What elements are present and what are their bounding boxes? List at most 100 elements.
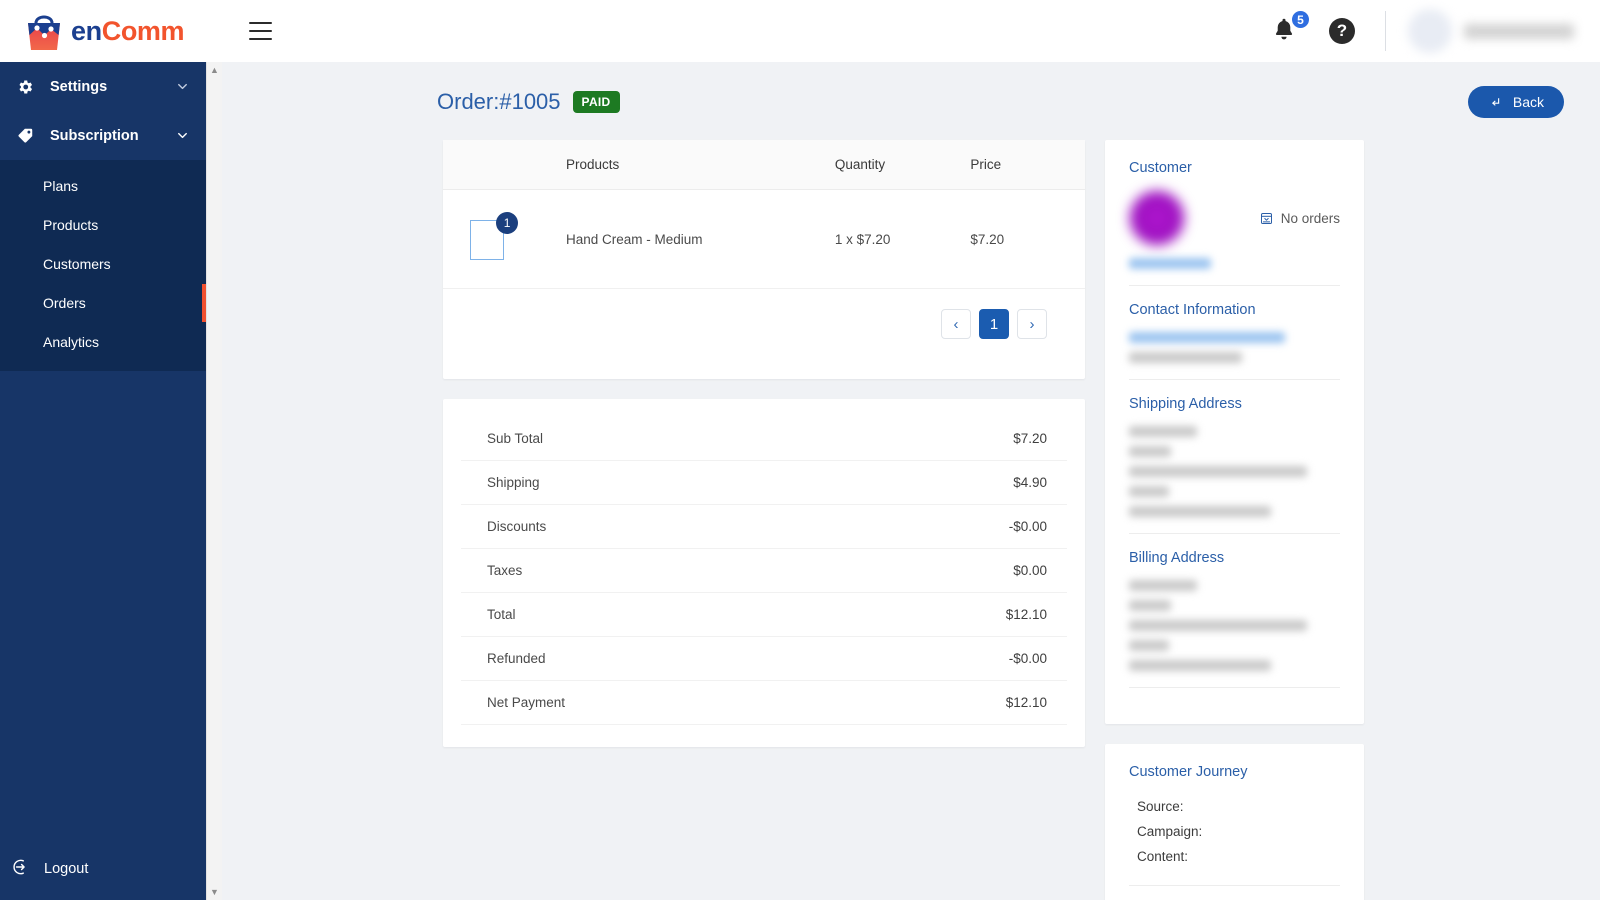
table-header-spacer <box>443 140 471 190</box>
totals-value: $0.00 <box>1013 563 1047 578</box>
contact-information-section: Contact Information <box>1129 300 1340 363</box>
main-content: Order:#1005 PAID Back Products Quantity … <box>222 62 1600 900</box>
billing-line-4 <box>1129 640 1169 651</box>
journey-section-title: Customer Journey <box>1129 764 1248 780</box>
billing-line-5 <box>1129 660 1271 671</box>
table-header-products: Products <box>565 140 835 190</box>
sidebar-item-label: Plans <box>43 177 79 194</box>
totals-value: -$0.00 <box>1008 519 1047 534</box>
pagination-page-1-button[interactable]: 1 <box>979 309 1009 339</box>
back-arrow-icon <box>1491 97 1500 106</box>
customer-email-link[interactable] <box>1129 332 1285 343</box>
billing-section-title: Billing Address <box>1129 550 1225 566</box>
logout-button[interactable]: Logout <box>0 838 206 900</box>
billing-line-1 <box>1129 580 1197 591</box>
hamburger-icon[interactable] <box>249 18 275 44</box>
customer-name-link[interactable] <box>1129 258 1211 269</box>
totals-value: $7.20 <box>1013 431 1047 446</box>
sidebar-item-label: Customers <box>43 255 111 272</box>
orders-status-label: No orders <box>1280 210 1340 226</box>
notification-count-badge: 5 <box>1290 9 1311 30</box>
totals-label: Refunded <box>487 651 546 666</box>
sidebar-item-plans[interactable]: Plans <box>0 166 206 205</box>
totals-label: Taxes <box>487 563 523 578</box>
content-row: Products Quantity Price 1 Hand Cream - M… <box>222 124 1600 900</box>
products-table: Products Quantity Price 1 Hand Cream - M… <box>443 140 1085 289</box>
left-column: Products Quantity Price 1 Hand Cream - M… <box>443 140 1085 900</box>
order-totals-card: Sub Total $7.20 Shipping $4.90 Discounts… <box>443 399 1085 747</box>
table-body: 1 Hand Cream - Medium 1 x $7.20 $7.20 <box>443 189 1085 289</box>
totals-value: $4.90 <box>1013 475 1047 490</box>
top-bar-divider <box>1385 11 1386 51</box>
user-menu[interactable]: User Name <box>1408 9 1600 53</box>
sidebar-item-products[interactable]: Products <box>0 205 206 244</box>
sidebar-nav: Settings Subscription Plans Products Cus… <box>0 62 206 371</box>
top-bar: enComm 5 ? User Name <box>0 0 1600 62</box>
totals-row-discounts: Discounts -$0.00 <box>461 505 1067 549</box>
sidebar-item-label: Products <box>43 216 99 233</box>
user-name-label: User Name <box>1464 23 1574 39</box>
scroll-up-arrow-icon[interactable]: ▲ <box>210 62 219 78</box>
chevron-down-icon <box>175 79 190 94</box>
sidebar-item-label: Subscription <box>50 127 139 144</box>
sidebar-item-label: Analytics <box>43 333 100 350</box>
journey-row-campaign: Campaign: <box>1137 824 1203 839</box>
billing-line-3 <box>1129 620 1307 631</box>
table-header-image <box>470 140 566 190</box>
customer-orders-status: No orders <box>1259 211 1340 226</box>
sidebar-item-subscription[interactable]: Subscription <box>0 111 206 160</box>
customer-section-title: Customer <box>1129 160 1192 176</box>
shipping-section-title: Shipping Address <box>1129 396 1242 412</box>
app-logo[interactable]: enComm <box>0 0 206 62</box>
sidebar: Settings Subscription Plans Products Cus… <box>0 62 206 900</box>
journey-row-source: Source: <box>1137 799 1184 814</box>
logout-label: Logout <box>44 861 89 877</box>
pagination-prev-button[interactable]: ‹ <box>941 309 971 339</box>
billing-address-section: Billing Address <box>1129 548 1340 671</box>
help-icon[interactable]: ? <box>1329 18 1355 44</box>
notifications-button[interactable]: 5 <box>1271 9 1311 46</box>
table-header-price: Price <box>970 140 1085 190</box>
row-thumbnail-cell: 1 <box>470 189 566 289</box>
table-header-quantity: Quantity <box>834 140 971 190</box>
shopping-bag-logo-icon <box>28 15 60 50</box>
table-row: 1 Hand Cream - Medium 1 x $7.20 $7.20 <box>443 189 1085 289</box>
sidebar-item-analytics[interactable]: Analytics <box>0 322 206 361</box>
sidebar-item-customers[interactable]: Customers <box>0 244 206 283</box>
journey-row-content: Content: <box>1137 849 1189 864</box>
logout-icon <box>12 857 32 882</box>
back-button[interactable]: Back <box>1467 86 1564 118</box>
customer-summary: No orders <box>1129 190 1340 246</box>
totals-value: $12.10 <box>1005 607 1047 622</box>
sidebar-item-orders[interactable]: Orders <box>0 283 206 322</box>
section-divider <box>1129 533 1340 534</box>
totals-row-refunded: Refunded -$0.00 <box>461 637 1067 681</box>
section-divider <box>1129 285 1340 286</box>
page-title: Order:#1005 <box>437 89 561 114</box>
back-label: Back <box>1512 94 1544 110</box>
totals-value: $12.10 <box>1005 695 1047 710</box>
top-bar-actions: 5 ? User Name <box>1271 0 1600 62</box>
sidebar-item-label: Settings <box>50 78 108 95</box>
sidebar-scrollbar[interactable]: ▲ ▼ <box>206 62 222 900</box>
totals-row-taxes: Taxes $0.00 <box>461 549 1067 593</box>
sidebar-item-settings[interactable]: Settings <box>0 62 206 111</box>
scroll-down-arrow-icon[interactable]: ▼ <box>210 884 219 900</box>
gear-icon <box>12 78 38 96</box>
customer-journey-card: Customer Journey Source: Campaign: Conte… <box>1105 744 1364 900</box>
row-quantity: 1 x $7.20 <box>834 189 971 289</box>
shipping-line-3 <box>1129 466 1307 477</box>
journey-divider <box>1129 885 1340 886</box>
chevron-down-icon <box>175 128 190 143</box>
tag-icon <box>12 126 38 145</box>
section-divider <box>1129 379 1340 380</box>
totals-row-total: Total $12.10 <box>461 593 1067 637</box>
row-price: $7.20 <box>970 189 1085 289</box>
shipping-line-1 <box>1129 426 1197 437</box>
totals-label: Discounts <box>487 519 547 534</box>
pagination-next-button[interactable]: › <box>1017 309 1047 339</box>
table-header: Products Quantity Price <box>443 140 1085 190</box>
logo-text-comm: Comm <box>101 15 185 46</box>
logo-wordmark: enComm <box>71 15 185 46</box>
